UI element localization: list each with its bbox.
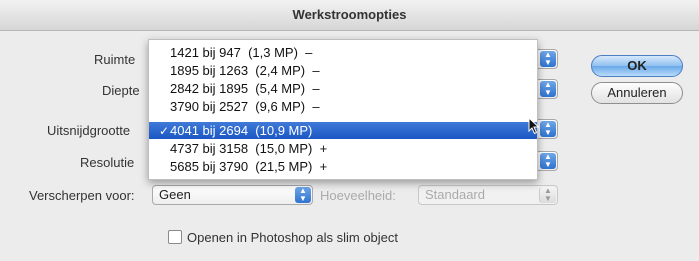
size-dropdown-menu[interactable]: 1421 bij 947 (1,3 MP) – 1895 bij 1263 (2… [148,39,538,180]
hoeveelheid-label: Hoeveelheid: [320,188,396,203]
menu-item-label: 1421 bij 947 (1,3 MP) – [170,45,313,60]
smart-object-checkbox[interactable] [168,230,182,244]
menu-item-label: 3790 bij 2527 (9,6 MP) – [170,99,320,114]
menu-item[interactable]: 1895 bij 1263 (2,4 MP) – [149,62,537,79]
menu-item[interactable]: 4737 bij 3158 (15,0 MP) + [149,140,537,157]
menu-item-selected[interactable]: ✓4041 bij 2694 (10,9 MP) [149,122,537,139]
menu-item-label: 1895 bij 1263 (2,4 MP) – [170,63,320,78]
menu-item-label: 4737 bij 3158 (15,0 MP) + [170,141,328,156]
verscherpen-label: Verscherpen voor: [29,188,135,203]
checkmark-icon: ✓ [159,124,170,138]
smart-object-option[interactable]: Openen in Photoshop als slim object [168,230,398,245]
verscherpen-value: Geen [159,187,191,202]
mouse-cursor-icon [528,117,540,135]
diepte-stepper-icon: ▲ ▼ [540,81,556,97]
window-title: Werkstroomopties [0,0,699,31]
resolutie-label: Resolutie [80,155,135,170]
smart-object-label: Openen in Photoshop als slim object [187,230,399,245]
menu-item-label: 5685 bij 3790 (21,5 MP) + [170,159,328,174]
verscherpen-stepper-icon: ▲ ▼ [295,187,311,203]
hoeveelheid-stepper-icon: ▲ ▼ [539,187,556,203]
ruimte-stepper-icon: ▲ ▼ [540,51,556,67]
menu-item[interactable]: 2842 bij 1895 (5,4 MP) – [149,80,537,97]
menu-item[interactable]: 1421 bij 947 (1,3 MP) – [149,44,537,61]
diepte-label: Diepte [102,83,140,98]
menu-item[interactable]: 5685 bij 3790 (21,5 MP) + [149,158,537,175]
verscherpen-select[interactable]: Geen ▲ ▼ [152,185,313,205]
menu-item-label: 4041 bij 2694 (10,9 MP) [170,123,313,138]
uitsnijdgrootte-label: Uitsnijdgrootte [47,123,131,138]
cancel-button[interactable]: Annuleren [591,82,683,104]
ok-button[interactable]: OK [591,55,683,77]
hoeveelheid-select: Standaard ▲ ▼ [418,185,558,205]
menu-item-label: 2842 bij 1895 (5,4 MP) – [170,81,320,96]
resolutie-stepper-icon: ▲ ▼ [540,153,556,169]
ruimte-label: Ruimte [94,52,136,67]
uitsnijdgrootte-stepper-icon: ▲ ▼ [540,121,556,137]
menu-item[interactable]: 3790 bij 2527 (9,6 MP) – [149,98,537,115]
hoeveelheid-value: Standaard [425,187,485,202]
